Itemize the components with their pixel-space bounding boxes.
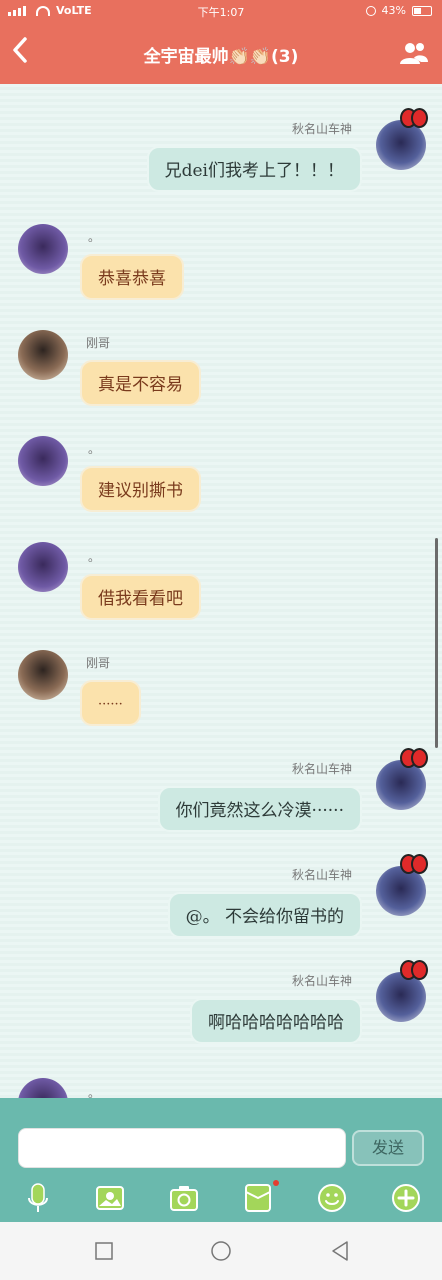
message-bubble[interactable]: 建议别撕书	[80, 466, 201, 512]
message-bubble[interactable]: 恭喜恭喜	[80, 254, 184, 300]
sender-name: 秋名山车神	[291, 974, 352, 988]
chat-area[interactable]: 秋名山车神 兄dei们我考上了！！！ 。 恭喜恭喜 刚哥 真是不容易 。 建议别…	[0, 84, 442, 1098]
avatar[interactable]	[18, 330, 68, 380]
bow-decoration	[400, 106, 428, 128]
emoji-button[interactable]	[316, 1182, 348, 1214]
microphone-icon	[28, 1183, 48, 1212]
image-button[interactable]	[94, 1182, 126, 1214]
sender-name: 秋名山车神	[291, 762, 352, 776]
recent-apps-icon	[95, 1242, 113, 1260]
bow-decoration	[400, 852, 428, 874]
chat-title: 全宇宙最帅👏🏻👏🏻(3)	[143, 47, 299, 67]
scrollbar[interactable]	[435, 538, 438, 748]
avatar[interactable]	[18, 1078, 68, 1098]
notification-dot	[273, 1180, 279, 1186]
camera-icon	[170, 1186, 198, 1211]
message-bubble[interactable]: 真是不容易	[80, 360, 201, 406]
sender-name: 秋名山车神	[291, 868, 352, 882]
system-nav-bar	[0, 1222, 442, 1280]
message-bubble[interactable]: 借我看看吧	[80, 574, 201, 620]
back-icon	[332, 1241, 348, 1261]
send-button[interactable]: 发送	[352, 1130, 424, 1166]
bow-decoration	[400, 958, 428, 980]
sticker-icon	[245, 1184, 271, 1212]
sender-name: 刚哥	[86, 336, 111, 350]
home-icon	[211, 1241, 231, 1261]
group-members-button[interactable]	[398, 40, 430, 66]
avatar[interactable]	[18, 436, 68, 486]
message-input[interactable]	[18, 1128, 346, 1168]
sender-name: 。	[88, 1086, 101, 1098]
image-icon	[96, 1186, 124, 1210]
home-button[interactable]	[209, 1239, 233, 1263]
sender-name: 。	[88, 442, 101, 456]
avatar[interactable]	[18, 650, 68, 700]
people-icon	[400, 43, 428, 64]
sender-name: 。	[88, 230, 101, 244]
header-bar: VoLTE 下午1:07 43% 全宇宙最帅👏🏻👏🏻(3)	[0, 0, 442, 84]
sticker-button[interactable]	[242, 1182, 274, 1214]
avatar[interactable]	[18, 542, 68, 592]
back-button[interactable]	[6, 36, 34, 68]
microphone-button[interactable]	[22, 1182, 54, 1214]
status-bar: VoLTE 下午1:07 43%	[0, 0, 442, 22]
message-bubble[interactable]: @。 不会给你留书的	[167, 892, 362, 938]
tool-row	[0, 1180, 442, 1214]
avatar[interactable]	[18, 224, 68, 274]
sender-name: 。	[88, 550, 101, 564]
battery-icon	[412, 5, 432, 16]
add-button[interactable]	[390, 1182, 422, 1214]
message-bubble[interactable]: 你们竟然这么冷漠······	[157, 786, 362, 832]
input-bar: 发送	[0, 1098, 442, 1222]
message-bubble[interactable]: 兄dei们我考上了！！！	[146, 146, 362, 192]
battery-percent: 43%	[381, 4, 406, 17]
back-nav-button[interactable]	[328, 1239, 352, 1263]
camera-button[interactable]	[168, 1182, 200, 1214]
bow-decoration	[400, 746, 428, 768]
message-bubble[interactable]: ······	[80, 680, 141, 726]
add-icon	[392, 1184, 420, 1212]
recent-apps-button[interactable]	[92, 1239, 116, 1263]
sender-name: 秋名山车神	[291, 122, 352, 136]
emoji-icon	[318, 1184, 346, 1212]
sender-name: 刚哥	[86, 656, 111, 670]
lock-icon	[365, 5, 376, 16]
message-bubble[interactable]: 啊哈哈哈哈哈哈哈	[190, 998, 362, 1044]
chevron-left-icon	[13, 37, 27, 63]
